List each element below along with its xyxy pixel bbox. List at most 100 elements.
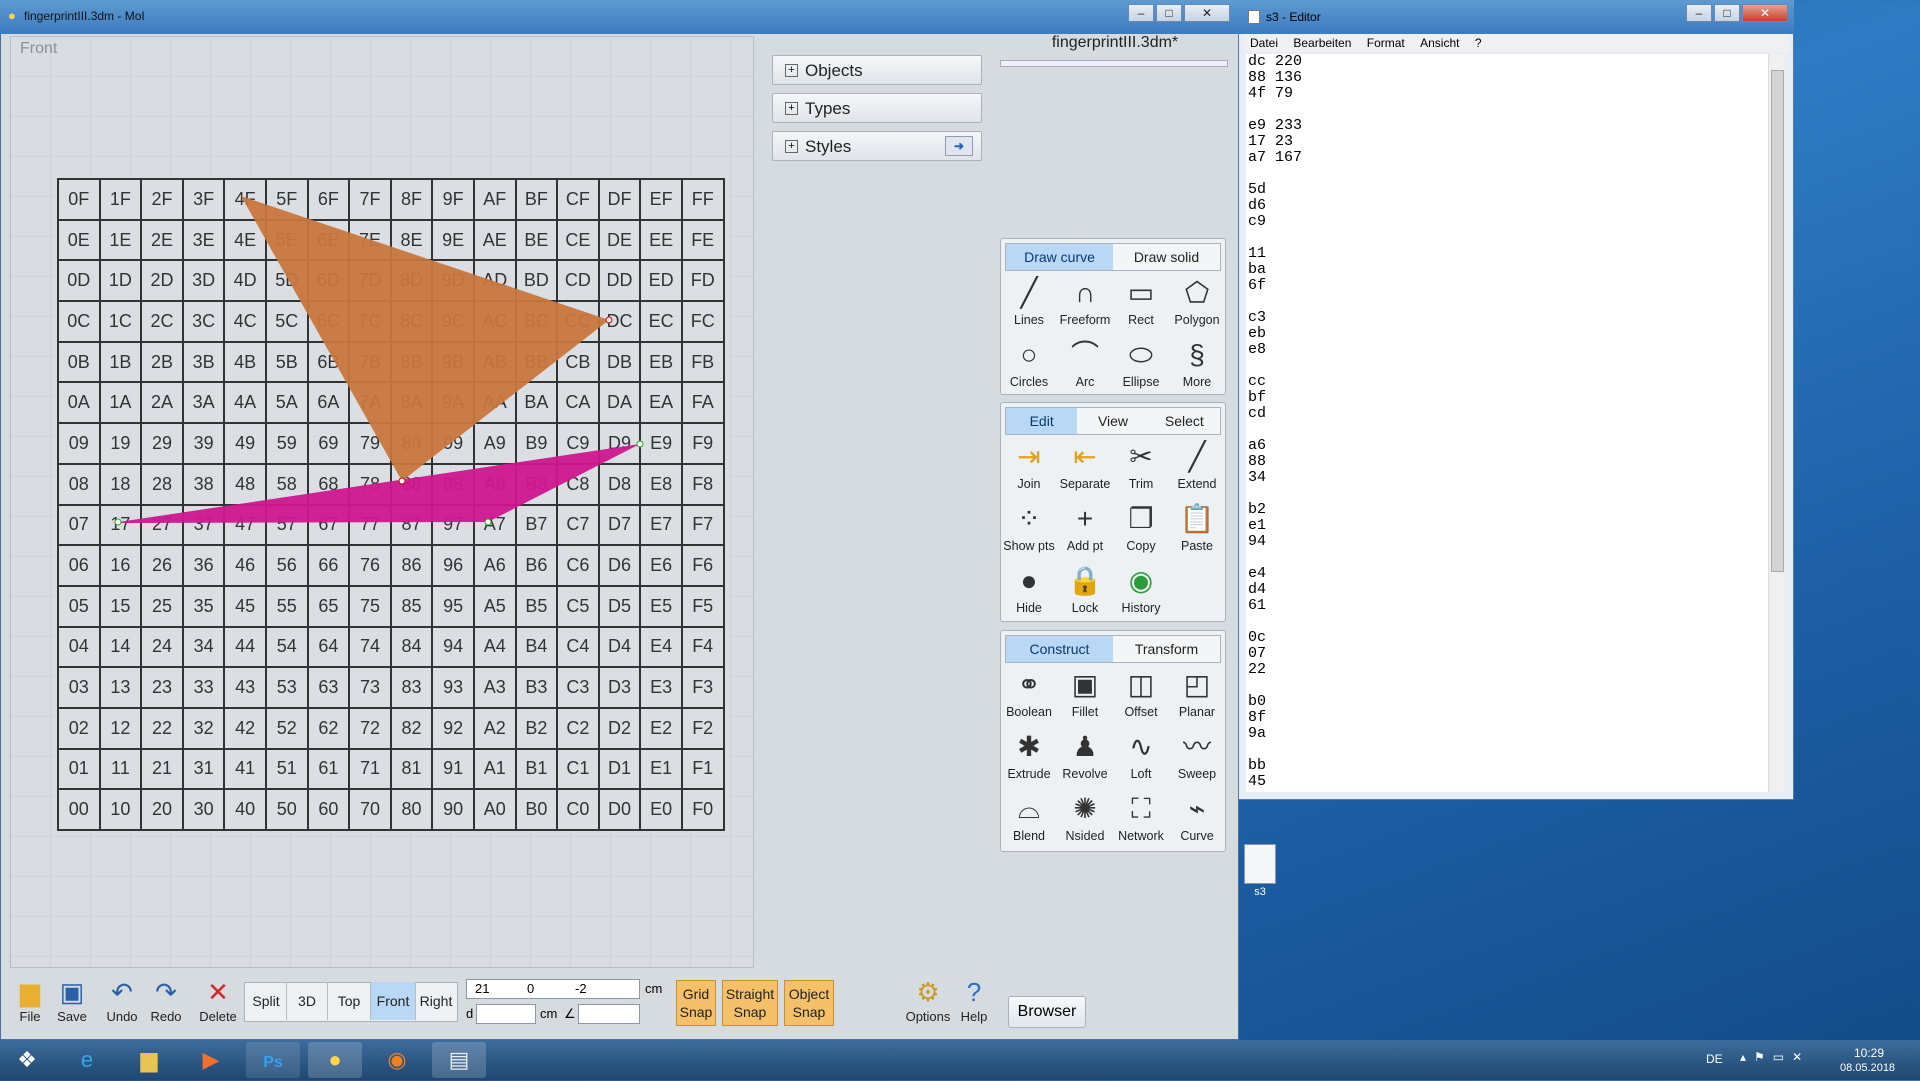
add-pt-tool[interactable]: + Add pt xyxy=(1057,499,1113,559)
extrude-tool[interactable]: ✱ Extrude xyxy=(1001,727,1057,787)
expand-icon[interactable]: + xyxy=(785,140,798,153)
editor-menubar: Datei Bearbeiten Format Ansicht ? xyxy=(1244,34,1790,52)
expand-icon[interactable]: + xyxy=(785,64,798,77)
tab-construct[interactable]: Construct xyxy=(1006,636,1113,662)
editor-minimize-button[interactable]: – xyxy=(1686,4,1712,22)
undo-button[interactable]: ↶ Undo xyxy=(100,975,144,1031)
network-tool[interactable]: ⛶ Network xyxy=(1113,789,1169,849)
help-button[interactable]: ? Help xyxy=(952,975,996,1031)
menu-datei[interactable]: Datei xyxy=(1250,34,1278,52)
ellipse-tool[interactable]: ⬭ Ellipse xyxy=(1113,335,1169,395)
editor-titlebar[interactable]: s3 - Editor – □ ✕ xyxy=(1238,0,1794,34)
tab-edit[interactable]: Edit xyxy=(1006,408,1078,434)
browser-button[interactable]: Browser xyxy=(1008,996,1086,1028)
taskbar-moi[interactable]: ● xyxy=(308,1042,362,1078)
view-top-button[interactable]: Top xyxy=(328,982,371,1020)
tab-transform[interactable]: Transform xyxy=(1113,636,1220,662)
view-front-button[interactable]: Front xyxy=(371,982,416,1020)
taskbar-firefox[interactable]: ◉ xyxy=(370,1042,424,1078)
tab-view[interactable]: View xyxy=(1077,408,1149,434)
clock-time[interactable]: 10:29 xyxy=(1854,1046,1884,1060)
taskbar-ie[interactable]: e xyxy=(60,1042,114,1078)
object-snap-toggle[interactable]: Object Snap xyxy=(784,980,834,1026)
editor-scrollbar[interactable] xyxy=(1768,54,1785,792)
menu-format[interactable]: Format xyxy=(1367,34,1405,52)
extend-tool[interactable]: ╱ Extend xyxy=(1169,437,1225,497)
grid-snap-toggle[interactable]: Grid Snap xyxy=(676,980,716,1026)
grid-cell: 54 xyxy=(264,625,309,669)
delete-button[interactable]: ✕ Delete xyxy=(196,975,240,1031)
grid-cell: E9 xyxy=(639,422,683,465)
grid-cell: 3E xyxy=(181,218,226,262)
tab-draw-curve[interactable]: Draw curve xyxy=(1006,244,1113,270)
editor-close-button[interactable]: ✕ xyxy=(1742,4,1788,22)
curve-tool[interactable]: ⌁ Curve xyxy=(1169,789,1225,849)
taskbar-media[interactable]: ▶ xyxy=(184,1042,238,1078)
scroll-thumb[interactable] xyxy=(1771,70,1784,572)
trim-tool[interactable]: ✂ Trim xyxy=(1113,437,1169,497)
sweep-tool[interactable]: 〰 Sweep xyxy=(1169,727,1225,787)
view-right-button[interactable]: Right xyxy=(416,982,456,1020)
editor-text-area[interactable]: dc 220 88 136 4f 79 e9 233 17 23 a7 167 … xyxy=(1246,54,1770,792)
blend-tool[interactable]: ⌓ Blend xyxy=(1001,789,1057,849)
tray-icons[interactable]: ▴⚑▭✕ xyxy=(1740,1050,1810,1064)
show-pts-tool[interactable]: ⁘ Show pts xyxy=(1001,499,1057,559)
options-button[interactable]: ⚙ Options xyxy=(904,975,952,1031)
editor-maximize-button[interactable]: □ xyxy=(1714,4,1740,22)
clock-date[interactable]: 08.05.2018 xyxy=(1840,1062,1895,1074)
language-indicator[interactable]: DE xyxy=(1706,1052,1723,1066)
objects-panel[interactable]: + Objects xyxy=(772,55,982,85)
arc-tool[interactable]: ⌒ Arc xyxy=(1057,335,1113,395)
lock-tool[interactable]: 🔒 Lock xyxy=(1057,561,1113,621)
coordinate-input[interactable]: 21 0 -2 xyxy=(466,979,640,999)
redo-button[interactable]: ↷ Redo xyxy=(144,975,188,1031)
viewport-label[interactable]: Front xyxy=(20,40,57,58)
rect-tool[interactable]: ▭ Rect xyxy=(1113,273,1169,333)
lines-tool[interactable]: ╱ Lines xyxy=(1001,273,1057,333)
boolean-tool[interactable]: ⚭ Boolean xyxy=(1001,665,1057,725)
tool-label: Add pt xyxy=(1066,539,1104,553)
planar-tool[interactable]: ◰ Planar xyxy=(1169,665,1225,725)
polygon-tool[interactable]: ⬠ Polygon xyxy=(1169,273,1225,333)
minimize-button[interactable]: – xyxy=(1128,4,1154,22)
nsided-tool[interactable]: ✺ Nsided xyxy=(1057,789,1113,849)
types-panel[interactable]: + Types xyxy=(772,93,982,123)
menu-bearbeiten[interactable]: Bearbeiten xyxy=(1293,34,1351,52)
copy-tool[interactable]: ❐ Copy xyxy=(1113,499,1169,559)
distance-input[interactable] xyxy=(476,1004,536,1024)
taskbar-explorer[interactable]: ▆ xyxy=(122,1042,176,1078)
paste-tool[interactable]: 📋 Paste xyxy=(1169,499,1225,559)
taskbar-editor[interactable]: ▤ xyxy=(432,1042,486,1078)
menu-ansicht[interactable]: Ansicht xyxy=(1420,34,1459,52)
freeform-tool[interactable]: ∩ Freeform xyxy=(1057,273,1113,333)
view-3d-button[interactable]: 3D xyxy=(287,982,328,1020)
circles-tool[interactable]: ○ Circles xyxy=(1001,335,1057,395)
history-tool[interactable]: ◉ History xyxy=(1113,561,1169,621)
close-button[interactable]: ✕ xyxy=(1184,4,1230,22)
menu-help[interactable]: ? xyxy=(1475,34,1482,52)
expand-icon[interactable]: + xyxy=(785,102,798,115)
offset-tool[interactable]: ◫ Offset xyxy=(1113,665,1169,725)
tab-select[interactable]: Select xyxy=(1148,408,1220,434)
hide-tool[interactable]: ● Hide xyxy=(1001,561,1057,621)
file-button[interactable]: ▆ File xyxy=(8,975,52,1031)
save-button[interactable]: ▣ Save xyxy=(50,975,94,1031)
fillet-tool[interactable]: ▣ Fillet xyxy=(1057,665,1113,725)
taskbar-photoshop[interactable]: Ps xyxy=(246,1042,300,1078)
revolve-tool[interactable]: ♟ Revolve xyxy=(1057,727,1113,787)
moi-titlebar[interactable]: ● fingerprintIII.3dm - MoI – □ ✕ xyxy=(0,0,1239,34)
angle-input[interactable] xyxy=(578,1004,640,1024)
grid-cell: 30 xyxy=(181,788,226,831)
join-tool[interactable]: ⇥ Join xyxy=(1001,437,1057,497)
maximize-button[interactable]: □ xyxy=(1156,4,1182,22)
start-button[interactable]: ❖ xyxy=(2,1042,52,1078)
arrow-right-icon[interactable]: ➜ xyxy=(945,136,973,156)
separate-tool[interactable]: ⇤ Separate xyxy=(1057,437,1113,497)
more-tool[interactable]: § More xyxy=(1169,335,1225,395)
tab-draw-solid[interactable]: Draw solid xyxy=(1113,244,1220,270)
styles-panel[interactable]: + Styles ➜ xyxy=(772,131,982,161)
straight-snap-toggle[interactable]: Straight Snap xyxy=(722,980,778,1026)
desktop-file-s3[interactable]: s3 xyxy=(1240,844,1280,904)
view-split-button[interactable]: Split xyxy=(246,982,287,1020)
loft-tool[interactable]: ∿ Loft xyxy=(1113,727,1169,787)
